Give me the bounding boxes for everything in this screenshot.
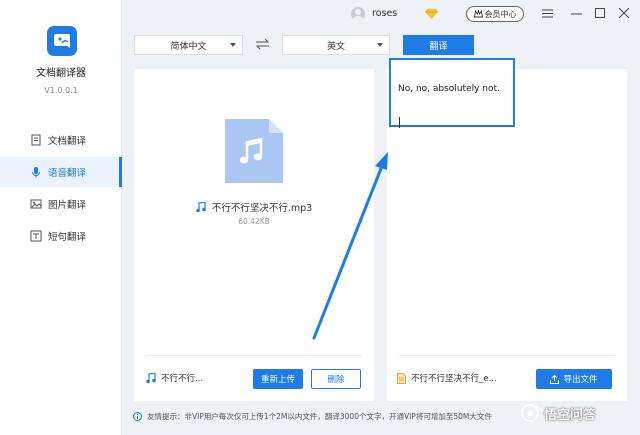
- sidebar-item-label: 图片翻译: [48, 200, 87, 211]
- sidebar-item-label: 语音翻译: [48, 168, 87, 179]
- translation-result-text: No, no, absolutely not.: [398, 84, 500, 94]
- vip-diamond-icon[interactable]: [425, 8, 438, 19]
- footer-tip: 友情提示：非VIP用户每次仅可上传1个2M以内文件，翻译3000个文字，开通VI…: [133, 411, 492, 422]
- watermark: 悟空问答: [520, 403, 596, 423]
- target-language-value: 英文: [326, 41, 345, 52]
- watermark-logo-icon: [521, 404, 539, 422]
- export-icon: [550, 374, 560, 384]
- uploaded-file-name: 不行不行...: [161, 374, 204, 384]
- reupload-button[interactable]: 重新上传: [253, 369, 303, 389]
- sidebar-item-sentence[interactable]: 短句翻译: [0, 221, 122, 251]
- minimize-icon[interactable]: [569, 6, 583, 20]
- music-note-icon: [146, 372, 156, 383]
- delete-button[interactable]: 删除: [311, 369, 361, 389]
- sidebar-item-label: 文档翻译: [48, 136, 87, 147]
- export-file-label: 导出文件: [563, 375, 598, 385]
- image-icon: [30, 199, 42, 209]
- translation-result-box[interactable]: No, no, absolutely not.: [389, 58, 515, 128]
- sidebar-item-image[interactable]: 图片翻译: [0, 189, 122, 219]
- divider: [399, 355, 615, 356]
- translate-button[interactable]: 翻译: [403, 35, 474, 55]
- maximize-icon[interactable]: [593, 6, 607, 20]
- source-language-value: 简体中文: [170, 41, 207, 52]
- chevron-down-icon: [230, 43, 236, 47]
- file-name-text: 不行不行坚决不行.mp3: [211, 203, 313, 214]
- username[interactable]: roses: [372, 8, 397, 19]
- watermark-text: 悟空问答: [544, 407, 597, 423]
- sidebar-item-document[interactable]: 文档翻译: [0, 125, 122, 155]
- app-logo-icon: [47, 26, 77, 56]
- file-name: 不行不行坚决不行.mp3: [134, 200, 374, 214]
- source-language-select[interactable]: 简体中文: [134, 35, 243, 55]
- menu-icon[interactable]: [540, 6, 554, 20]
- app-version: V1.0.0.1: [44, 86, 78, 95]
- chevron-down-icon: [377, 43, 383, 47]
- target-language-select[interactable]: 英文: [282, 35, 390, 55]
- sidebar-item-label: 短句翻译: [48, 232, 87, 243]
- text-icon: [30, 230, 42, 242]
- text-cursor: [399, 117, 400, 128]
- divider: [146, 355, 362, 356]
- result-file: 不行不行坚决不行_e...: [397, 372, 497, 384]
- user-avatar[interactable]: [351, 7, 365, 21]
- uploaded-file: 不行不行...: [146, 372, 203, 384]
- music-note-icon: [196, 201, 206, 212]
- member-center-button[interactable]: 会员中心: [466, 6, 524, 22]
- microphone-icon: [32, 167, 40, 178]
- swap-languages-icon[interactable]: [255, 38, 270, 50]
- info-icon: [133, 412, 142, 421]
- crown-icon: [473, 10, 483, 18]
- close-icon[interactable]: [617, 6, 631, 20]
- result-file-name: 不行不行坚决不行_e...: [411, 374, 497, 384]
- footer-tip-text: 友情提示：非VIP用户每次仅可上传1个2M以内文件，翻译3000个文字，开通VI…: [147, 412, 492, 421]
- export-file-button[interactable]: 导出文件: [536, 369, 612, 389]
- audio-file-icon: [225, 119, 283, 183]
- file-icon: [397, 372, 406, 384]
- member-center-label: 会员中心: [484, 9, 517, 19]
- app-name: 文档翻译器: [36, 68, 86, 79]
- file-size: 60.42KB: [238, 217, 270, 226]
- sidebar-item-voice[interactable]: 语音翻译: [0, 157, 122, 187]
- document-icon: [31, 134, 41, 146]
- source-file-panel: 不行不行坚决不行.mp3 60.42KB 不行不行... 重新上传 删除: [134, 69, 374, 401]
- sidebar: 文档翻译器 V1.0.0.1 文档翻译 语音翻译 图片翻译 短句翻译: [0, 0, 122, 435]
